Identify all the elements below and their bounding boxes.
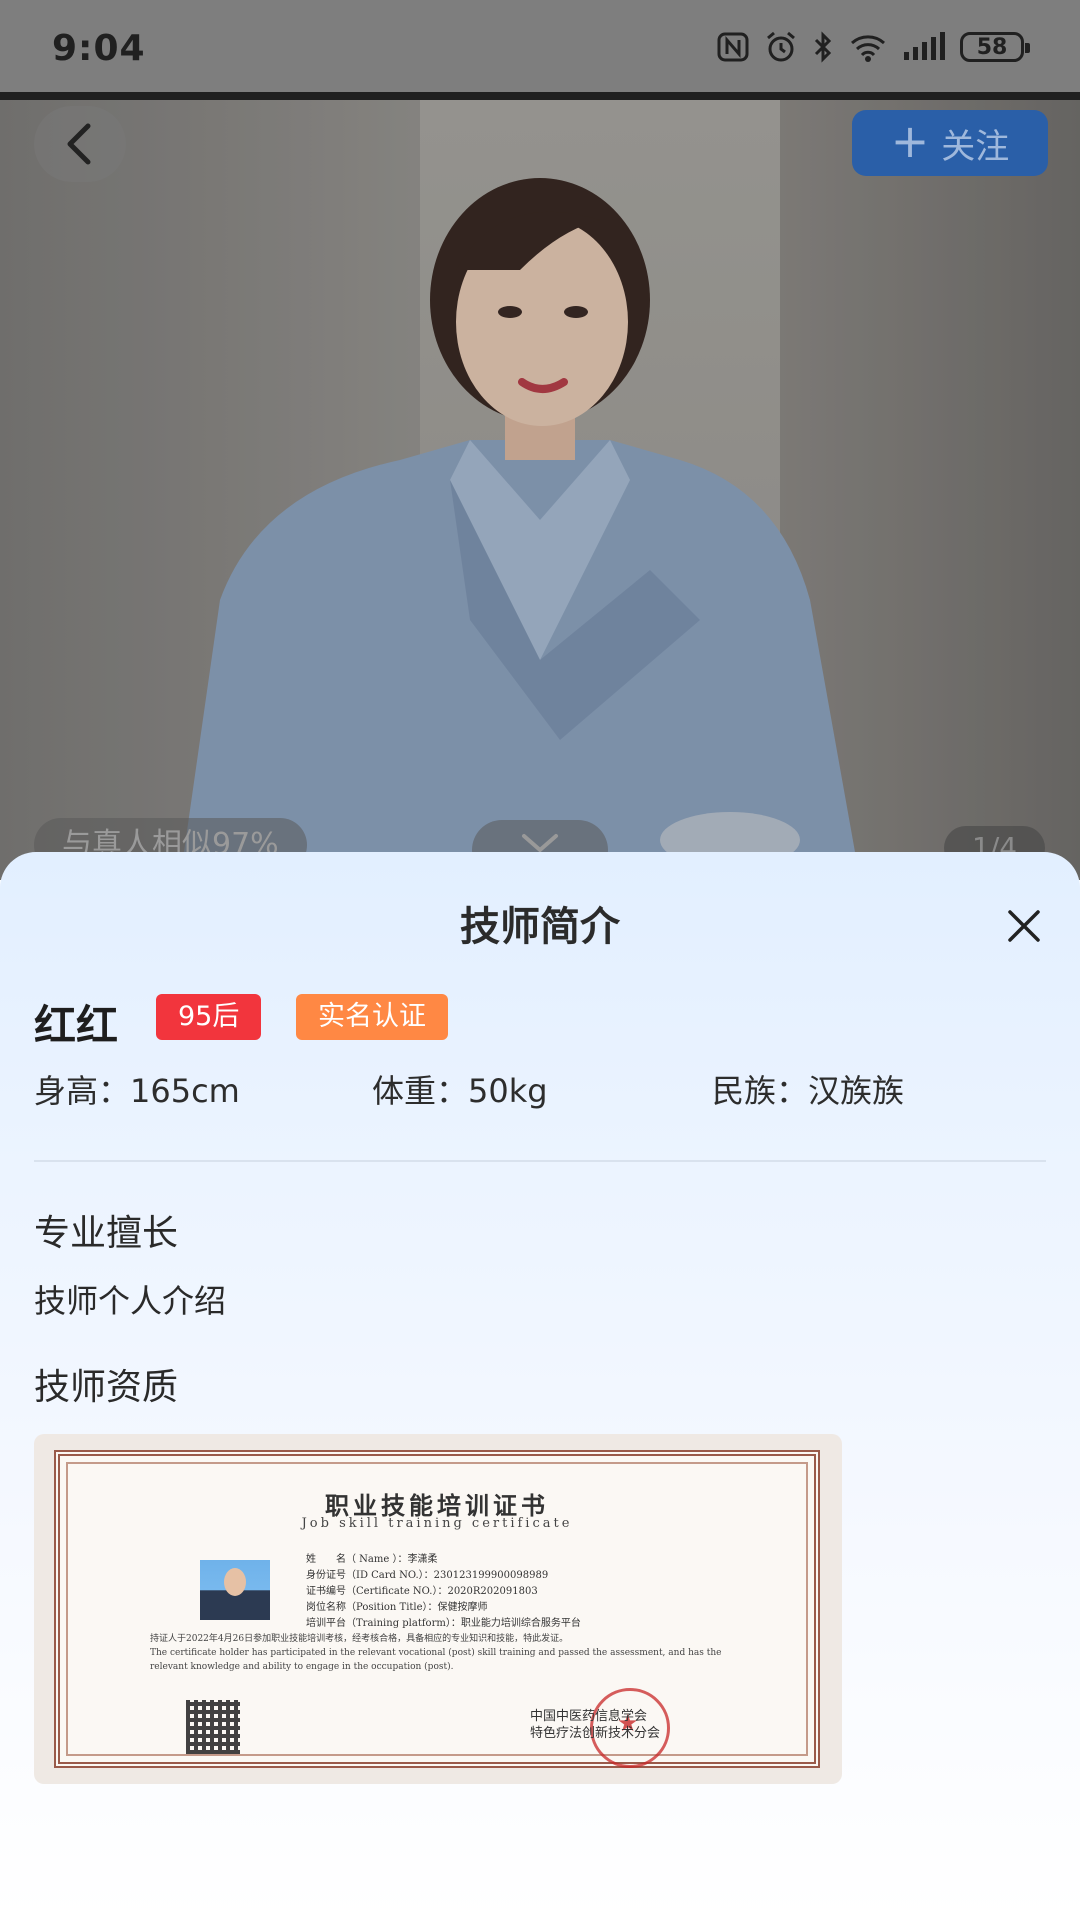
close-icon[interactable] (1004, 906, 1044, 946)
bluetooth-icon (814, 31, 832, 63)
weight-info: 体重：50kg (372, 1072, 548, 1110)
certificate-issuer-2: 特色疗法创新技术分会 (530, 1726, 661, 1741)
status-time: 9:04 (52, 28, 146, 69)
certificate-fields: 姓 名（ Name ）：李潇柔 身份证号（ID Card NO.）：230123… (306, 1552, 581, 1632)
age-tag: 95后 (156, 994, 262, 1040)
certificate-position-line: 岗位名称（Position Title）：保健按摩师 (306, 1602, 488, 1613)
certificate-name-line: 姓 名（ Name ）：李潇柔 (306, 1554, 438, 1565)
follow-button[interactable]: + 关注 (852, 110, 1048, 176)
status-icons: 58 (716, 30, 1030, 64)
certificate-number-line: 证书编号（Certificate NO.）：2020R202091803 (306, 1586, 538, 1597)
follow-label: 关注 (941, 126, 1010, 167)
certificate-subtitle: Job skill training certificate (301, 1516, 573, 1531)
certificate-photo (200, 1560, 270, 1620)
chevron-left-icon (67, 123, 91, 165)
photo-gallery[interactable] (0, 100, 1080, 880)
wifi-icon (851, 35, 885, 62)
alarm-icon (767, 31, 795, 62)
back-button[interactable] (34, 106, 126, 182)
certificate-issuer: 中国中医药信息学会 特色疗法创新技术分会 (530, 1708, 660, 1742)
signal-icon (904, 32, 945, 60)
photo-overlay (0, 100, 1080, 880)
ethnicity-info: 民族：汉族族 (712, 1072, 905, 1110)
technician-name: 红红 (34, 1001, 119, 1050)
certificate-body: 持证人于2022年4月26日参加职业技能培训考核，经考核合格，具备相应的专业知识… (150, 1632, 730, 1674)
certificate-body-cn: 持证人于2022年4月26日参加职业技能培训考核，经考核合格，具备相应的专业知识… (150, 1634, 569, 1644)
verified-tag: 实名认证 (296, 994, 448, 1040)
status-divider (0, 92, 1080, 100)
specialty-text: 技师个人介绍 (34, 1282, 227, 1320)
battery-indicator: 58 (960, 32, 1030, 62)
plus-icon: + (890, 114, 930, 168)
certificate-issuer-1: 中国中医药信息学会 (530, 1709, 648, 1724)
certificate-platform-line: 培训平台（Training platform）：职业能力培训综合服务平台 (306, 1618, 581, 1629)
certificate-body-en: The certificate holder has participated … (150, 1648, 722, 1672)
status-bar: 9:04 58 (0, 0, 1080, 92)
qualification-heading: 技师资质 (34, 1367, 179, 1408)
chevron-down-icon (522, 834, 558, 853)
specialty-heading: 专业擅长 (34, 1213, 179, 1254)
qr-code-icon (186, 1700, 240, 1754)
certificate-image[interactable]: 职业技能培训证书 Job skill training certificate … (34, 1434, 842, 1784)
divider (34, 1160, 1046, 1162)
certificate-frame: 职业技能培训证书 Job skill training certificate … (54, 1450, 820, 1768)
nfc-icon (717, 32, 749, 62)
technician-profile-sheet: 技师简介 红红 95后 实名认证 身高：165cm 体重：50kg 民族：汉族族… (0, 852, 1080, 1920)
sheet-title: 技师简介 (460, 904, 620, 950)
height-info: 身高：165cm (34, 1072, 240, 1110)
certificate-id-line: 身份证号（ID Card NO.）：230123199900098989 (306, 1570, 549, 1581)
